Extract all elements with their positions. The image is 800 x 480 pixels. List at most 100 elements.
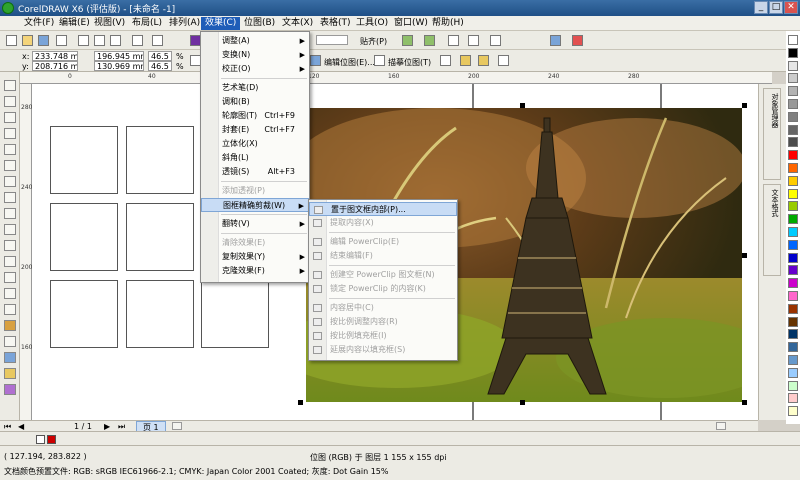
- palette-swatch[interactable]: [788, 60, 798, 71]
- selection-handle[interactable]: [520, 400, 525, 405]
- vip-icon[interactable]: [572, 35, 583, 46]
- menu-effects[interactable]: 效果(C): [201, 17, 241, 30]
- no-color-swatch[interactable]: [36, 435, 45, 444]
- effects_menu-item[interactable]: 翻转(V) ▶: [201, 217, 309, 231]
- new-document-icon[interactable]: [6, 35, 17, 46]
- palette-swatch[interactable]: [788, 137, 798, 148]
- menu-table[interactable]: 表格(T): [316, 17, 355, 30]
- effects_menu-item[interactable]: 透镜(S) Alt+F3: [201, 165, 309, 179]
- save-icon[interactable]: [38, 35, 49, 46]
- effects_menu-item[interactable]: 克隆效果(F) ▶: [201, 264, 309, 278]
- crop-icon[interactable]: [440, 55, 451, 66]
- menu-text[interactable]: 文本(X): [278, 17, 317, 30]
- selection-handle[interactable]: [298, 400, 303, 405]
- frame-rectangle[interactable]: [126, 280, 194, 348]
- prev-page-button[interactable]: ◀: [18, 422, 24, 431]
- palette-swatch[interactable]: [788, 214, 798, 225]
- palette-swatch[interactable]: [788, 380, 798, 391]
- palette-swatch[interactable]: [788, 35, 798, 45]
- frame-rectangle[interactable]: [50, 203, 118, 271]
- smart-fill-tool-icon[interactable]: [4, 160, 16, 171]
- menu-edit[interactable]: 编辑(E): [55, 17, 94, 30]
- rectangle-tool-icon[interactable]: [4, 176, 16, 187]
- palette-swatch[interactable]: [788, 278, 798, 289]
- powerclip_menu-item[interactable]: 提取内容(X): [309, 216, 457, 230]
- powerclip_menu-item[interactable]: 置于图文框内部(P)...: [309, 202, 457, 216]
- palette-swatch[interactable]: [788, 342, 798, 353]
- menu-layout[interactable]: 布局(L): [128, 17, 166, 30]
- scale-x-field[interactable]: 46.5: [148, 51, 172, 61]
- red-swatch[interactable]: [47, 435, 56, 444]
- y-position-field[interactable]: 208.716 mm: [32, 61, 78, 71]
- scale-y-field[interactable]: 46.5: [148, 61, 172, 71]
- palette-swatch[interactable]: [788, 406, 798, 417]
- effects_menu-item[interactable]: 艺术笔(D): [201, 81, 309, 95]
- effects_menu-item[interactable]: 斜角(L): [201, 151, 309, 165]
- menu-view[interactable]: 视图(V): [90, 17, 129, 30]
- welcome-icon[interactable]: [424, 35, 435, 46]
- guide-line[interactable]: [472, 84, 474, 108]
- effects_menu-item[interactable]: 变换(N) ▶: [201, 48, 309, 62]
- close-button[interactable]: ✕: [784, 1, 798, 14]
- guide-line[interactable]: [660, 84, 662, 108]
- corel-sdk-icon[interactable]: [550, 35, 561, 46]
- eyedropper-tool-icon[interactable]: [4, 336, 16, 347]
- frame-rectangle[interactable]: [201, 280, 269, 348]
- guide-line[interactable]: [660, 402, 662, 420]
- color-profiles-info[interactable]: 文档颜色预置文件: RGB: sRGB IEC61966-2.1; CMYK: …: [4, 466, 388, 477]
- effects_menu-item[interactable]: 轮廓图(T) Ctrl+F9: [201, 109, 309, 123]
- palette-swatch[interactable]: [788, 227, 798, 237]
- edit-bitmap-button[interactable]: 编辑位图(E)...: [324, 57, 375, 68]
- freehand-tool-icon[interactable]: [4, 144, 16, 155]
- scroll-left-arrow[interactable]: [172, 422, 182, 430]
- effects_menu-item[interactable]: 立体化(X): [201, 137, 309, 151]
- menu-file[interactable]: 文件(F): [20, 17, 58, 30]
- powerclip_menu-item[interactable]: 内容居中(C): [309, 301, 457, 315]
- palette-swatch[interactable]: [788, 239, 798, 250]
- frame-rectangle[interactable]: [126, 203, 194, 271]
- cut-icon[interactable]: [78, 35, 89, 46]
- resample-icon[interactable]: [460, 55, 471, 66]
- wrap-text-icon[interactable]: [498, 55, 509, 66]
- effects_menu-item[interactable]: 校正(O) ▶: [201, 62, 309, 76]
- scroll-right-arrow[interactable]: [716, 422, 726, 430]
- snap-to-dropdown[interactable]: 贴齐(P): [360, 36, 387, 47]
- palette-swatch[interactable]: [788, 47, 798, 58]
- menu-window[interactable]: 窗口(W): [390, 17, 432, 30]
- palette-swatch[interactable]: [788, 265, 798, 276]
- print-icon[interactable]: [56, 35, 67, 46]
- palette-swatch[interactable]: [788, 303, 798, 314]
- selection-handle[interactable]: [520, 103, 525, 108]
- palette-swatch[interactable]: [788, 99, 798, 109]
- palette-swatch[interactable]: [788, 355, 798, 365]
- frame-rectangle[interactable]: [50, 280, 118, 348]
- app-launcher-icon[interactable]: [490, 35, 501, 46]
- menu-bitmaps[interactable]: 位图(B): [240, 17, 279, 30]
- transparency-tool-icon[interactable]: [4, 320, 16, 331]
- outline-pen-tool-icon[interactable]: [4, 352, 16, 363]
- palette-swatch[interactable]: [788, 291, 798, 301]
- frame-rectangle[interactable]: [126, 126, 194, 194]
- vertical-ruler[interactable]: 280 240 200 160: [20, 84, 32, 420]
- horizontal-ruler[interactable]: 0 40 80 120 160 200 240 280: [20, 72, 772, 84]
- menu-tools[interactable]: 工具(O): [352, 17, 392, 30]
- palette-swatch[interactable]: [788, 316, 798, 327]
- palette-swatch[interactable]: [788, 86, 798, 97]
- effects_menu-item[interactable]: 复制效果(Y) ▶: [201, 250, 309, 264]
- interactive-fill-tool-icon[interactable]: [4, 384, 16, 395]
- maximize-button[interactable]: □: [769, 1, 783, 14]
- palette-swatch[interactable]: [788, 201, 798, 212]
- dimension-tool-icon[interactable]: [4, 272, 16, 283]
- docker-tab-text-format[interactable]: 文本格式: [763, 184, 781, 276]
- menu-help[interactable]: 帮助(H): [428, 17, 468, 30]
- bitmap-mask-icon[interactable]: [478, 55, 489, 66]
- options-icon[interactable]: [448, 35, 459, 46]
- effects_menu-item[interactable]: 调和(B): [201, 95, 309, 109]
- basic-shapes-tool-icon[interactable]: [4, 224, 16, 235]
- ellipse-tool-icon[interactable]: [4, 192, 16, 203]
- palette-swatch[interactable]: [788, 367, 798, 378]
- powerclip_menu-item[interactable]: 延展内容以填充框(S): [309, 343, 457, 357]
- table-tool-icon[interactable]: [4, 256, 16, 267]
- palette-swatch[interactable]: [788, 163, 798, 173]
- docker-tab-object-manager[interactable]: 对象管理器: [763, 88, 781, 180]
